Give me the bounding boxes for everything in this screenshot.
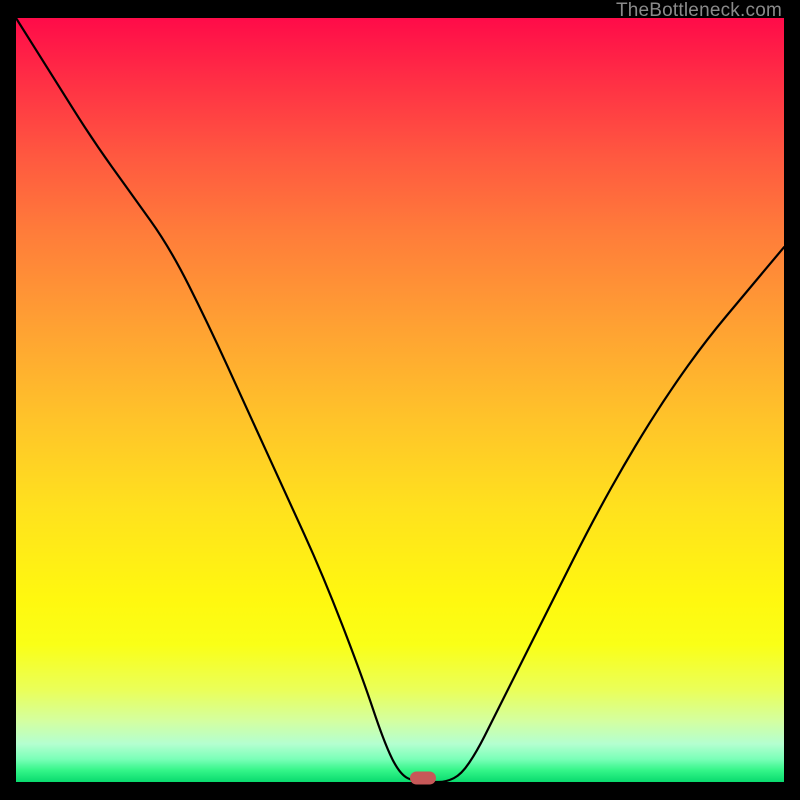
optimal-point-marker [410,772,436,785]
plot-area [16,18,784,782]
bottleneck-curve [16,18,784,782]
chart-container: TheBottleneck.com [0,0,800,800]
